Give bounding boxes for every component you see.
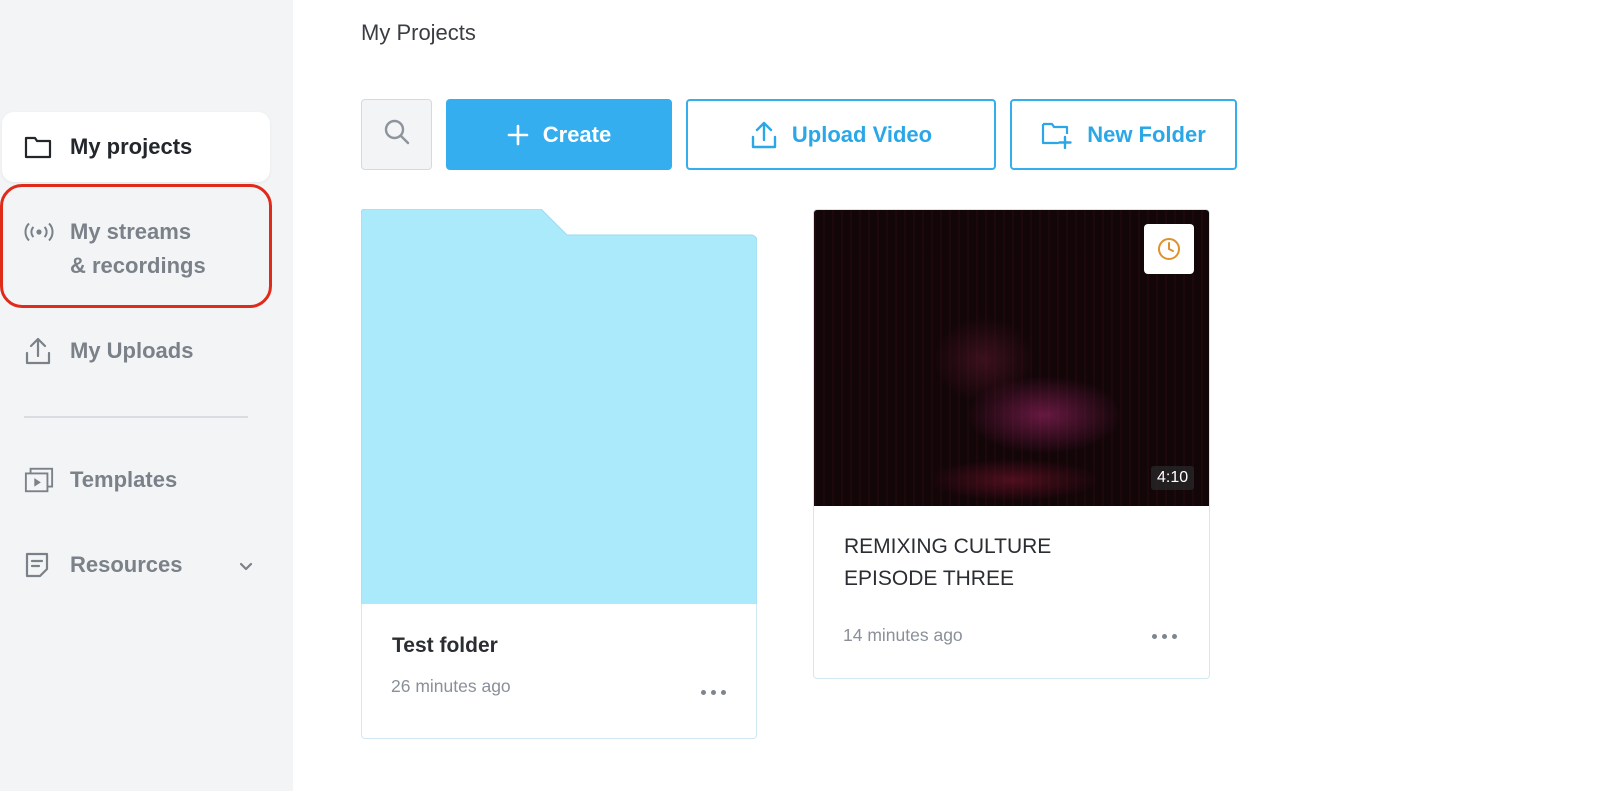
sidebar-divider <box>24 416 248 418</box>
sidebar-item-templates[interactable]: Templates <box>24 463 177 497</box>
folder-info: Test folder 26 minutes ago <box>361 604 757 739</box>
search-button[interactable] <box>361 99 432 170</box>
templates-icon <box>24 463 54 497</box>
page-title: My Projects <box>361 20 476 45</box>
upload-video-label: Upload Video <box>791 121 933 147</box>
upload-icon <box>24 334 54 368</box>
sidebar-item-streams-recordings[interactable]: My streams & recordings <box>24 215 206 283</box>
sidebar-item-resources[interactable]: Resources <box>24 548 254 594</box>
new-folder-label: New Folder <box>1087 121 1206 147</box>
sidebar-item-my-uploads[interactable]: My Uploads <box>24 334 193 368</box>
upload-icon <box>750 120 778 150</box>
broadcast-icon <box>24 215 54 249</box>
sidebar-item-label-line1: My streams <box>70 219 192 244</box>
folder-name: Test folder <box>392 634 498 657</box>
document-icon <box>24 548 54 582</box>
plus-icon <box>507 124 529 146</box>
sidebar-item-label: My Uploads <box>70 338 194 363</box>
video-card[interactable]: 4:10 REMIXING CULTURE EPISODE THREE 14 m… <box>813 209 1210 679</box>
sidebar-item-label-line2: & recordings <box>70 253 206 278</box>
folder-plus-icon <box>1041 121 1073 149</box>
sidebar-item-my-projects[interactable]: My projects <box>2 112 270 182</box>
video-timestamp: 14 minutes ago <box>843 625 963 645</box>
folder-card[interactable]: Test folder 26 minutes ago <box>361 209 757 739</box>
upload-video-button[interactable]: Upload Video <box>686 99 996 170</box>
folder-timestamp: 26 minutes ago <box>391 676 511 696</box>
more-options-icon[interactable] <box>701 690 726 695</box>
sidebar-item-label: My projects <box>70 134 193 159</box>
new-folder-button[interactable]: New Folder <box>1010 99 1237 170</box>
duration-badge: 4:10 <box>1151 466 1195 490</box>
search-icon <box>382 117 412 152</box>
video-title-line1: REMIXING CULTURE <box>844 535 1052 558</box>
sidebar: My projects My streams & recordings My U… <box>0 0 293 791</box>
more-options-icon[interactable] <box>1152 634 1177 639</box>
chevron-down-icon[interactable] <box>238 550 254 594</box>
video-title-line2: EPISODE THREE <box>844 567 1014 590</box>
clock-icon <box>1144 224 1194 274</box>
video-thumbnail: 4:10 <box>814 210 1209 506</box>
create-button[interactable]: Create <box>446 99 672 170</box>
sidebar-item-label: Templates <box>70 467 178 492</box>
video-title: REMIXING CULTURE EPISODE THREE <box>844 531 1184 595</box>
sidebar-item-label: Resources <box>70 552 183 577</box>
folder-thumbnail <box>361 209 757 605</box>
create-button-label: Create <box>542 121 612 147</box>
sidebar-item-label: My streams & recordings <box>70 215 206 283</box>
folder-icon <box>24 130 54 164</box>
